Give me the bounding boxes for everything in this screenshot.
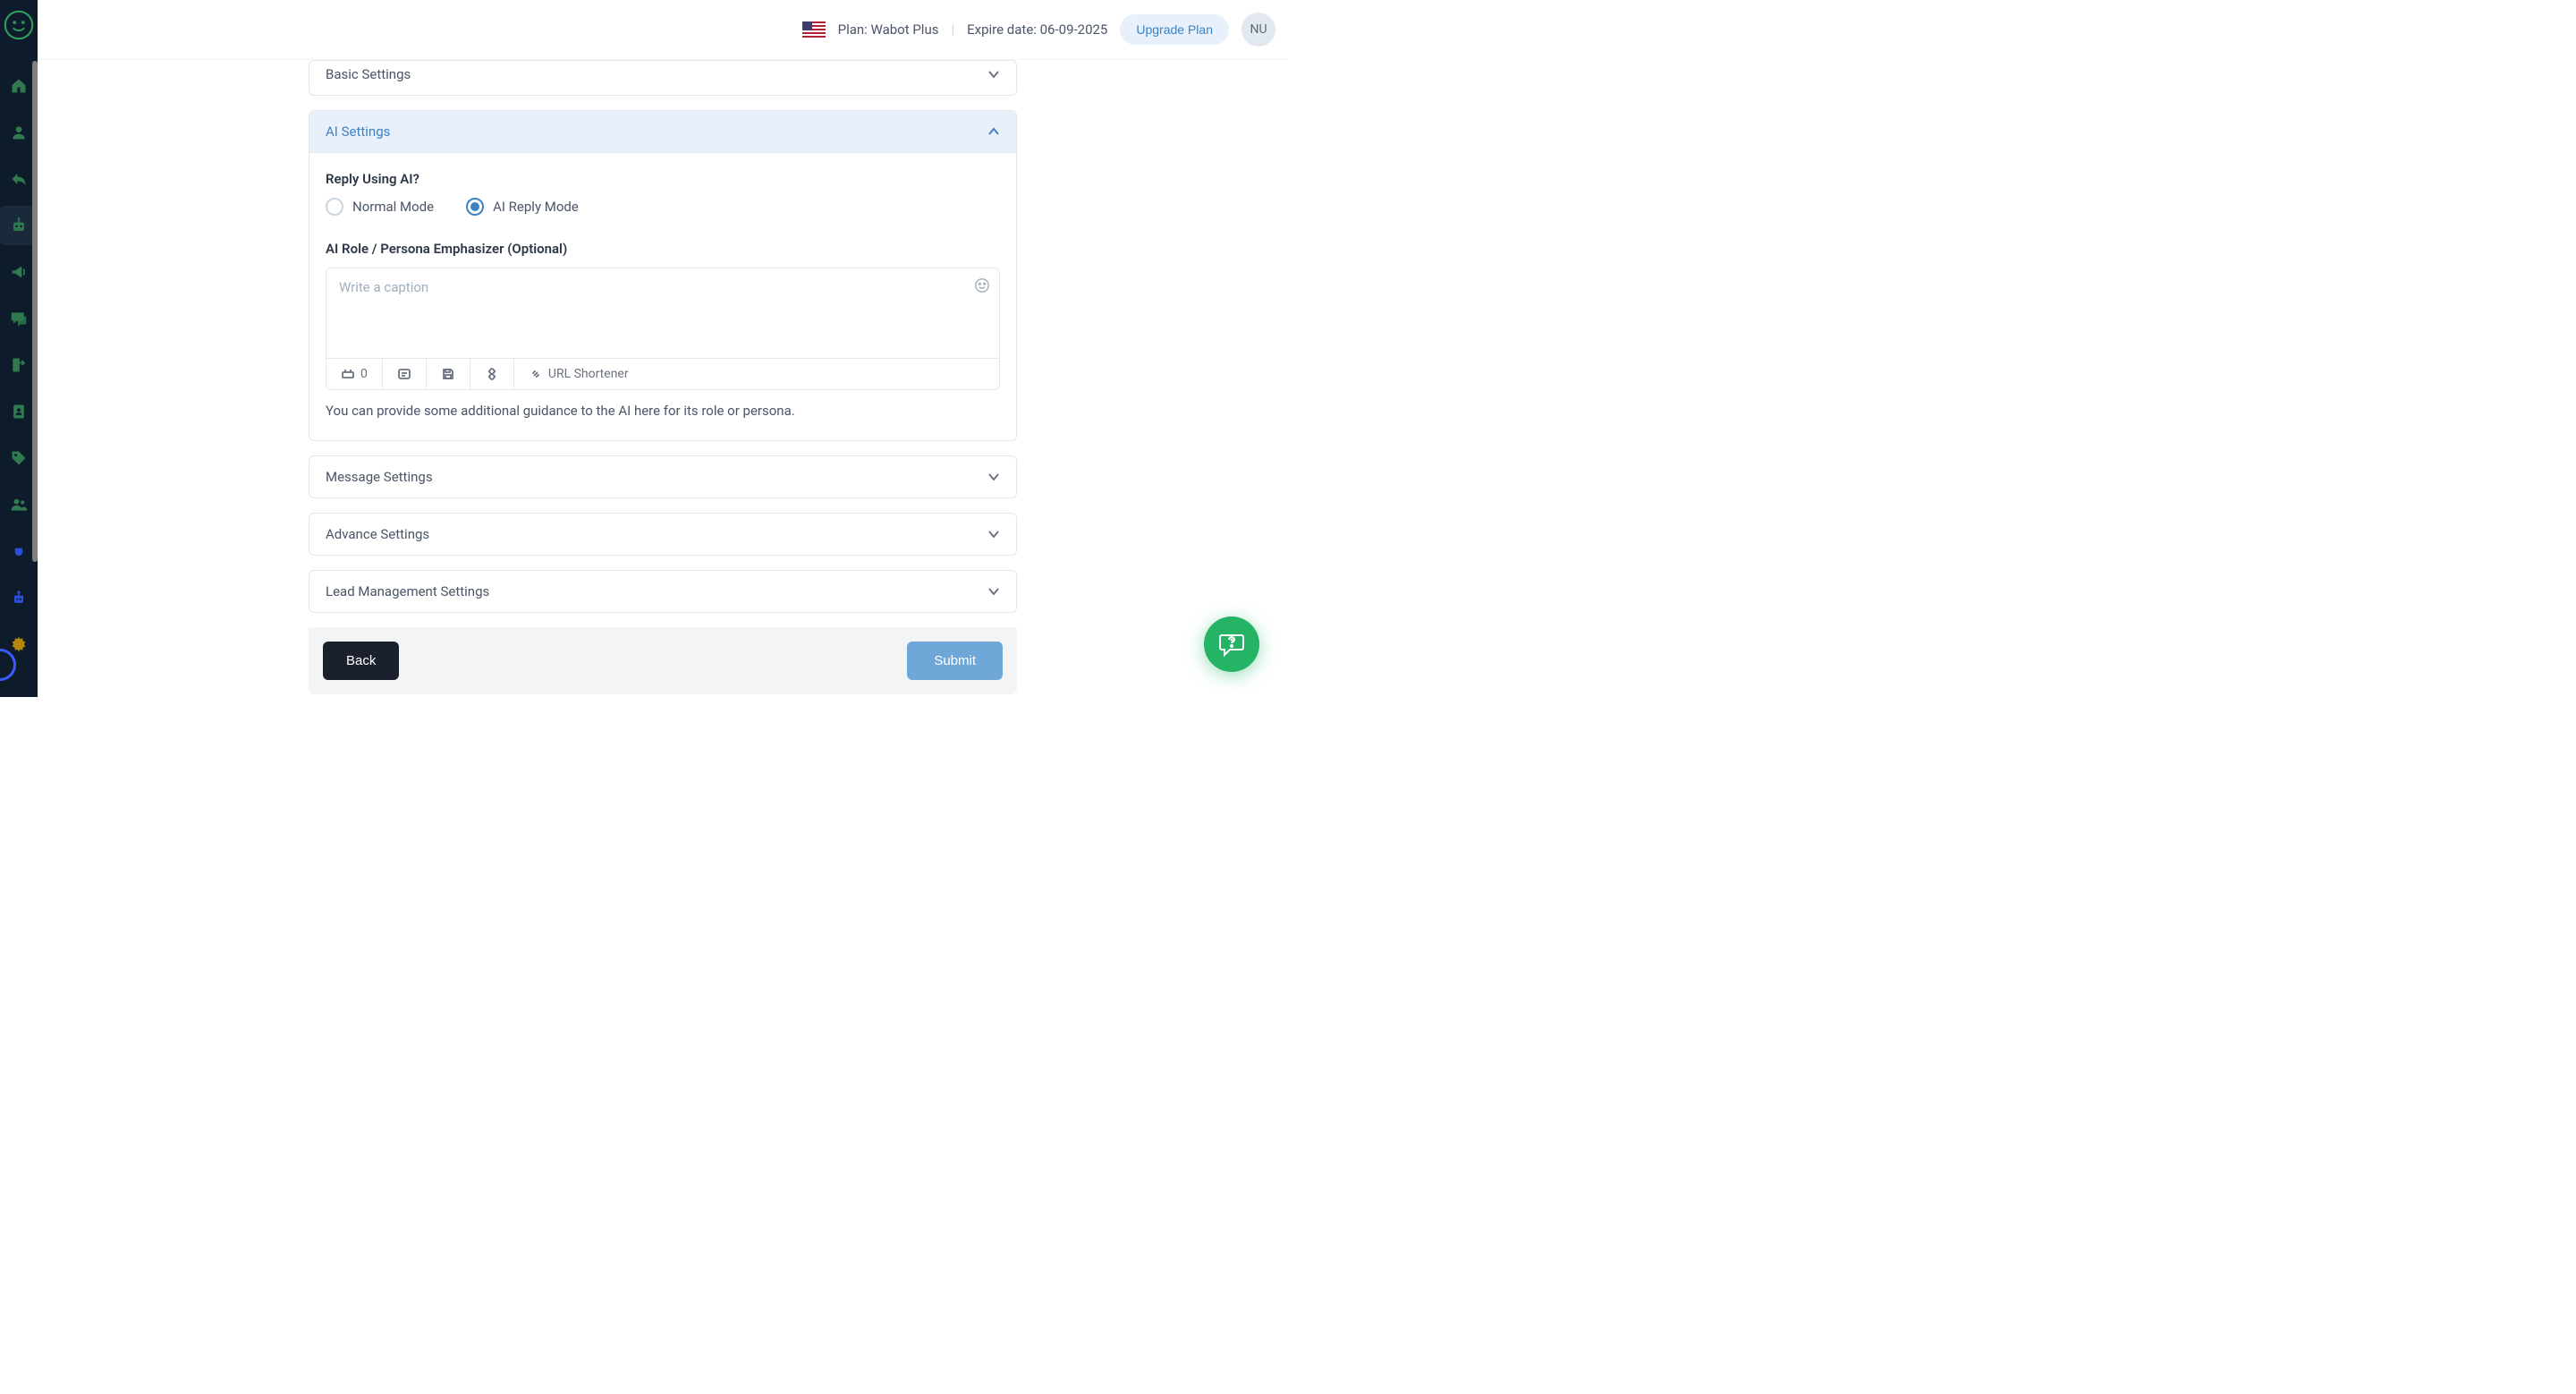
save-template-button[interactable] (427, 359, 470, 389)
lead-settings-title: Lead Management Settings (326, 583, 489, 599)
basic-settings-header[interactable]: Basic Settings (309, 61, 1016, 95)
radio-icon (466, 198, 484, 216)
advance-settings-header[interactable]: Advance Settings (309, 514, 1016, 555)
flag-icon[interactable] (802, 21, 826, 38)
basic-settings-title: Basic Settings (326, 66, 411, 82)
url-shortener-button[interactable]: URL Shortener (514, 359, 643, 389)
persona-label: AI Role / Persona Emphasizer (Optional) (326, 241, 1000, 257)
chevron-up-icon (987, 125, 1000, 138)
lead-settings-panel: Lead Management Settings (309, 570, 1017, 613)
url-shortener-label: URL Shortener (548, 367, 629, 381)
persona-textarea[interactable]: Write a caption (326, 268, 999, 358)
avatar[interactable]: NU (1241, 13, 1275, 47)
chevron-down-icon (987, 68, 1000, 81)
main-scroll-area[interactable]: Basic Settings AI Settings Reply Using A… (38, 60, 1288, 697)
app-logo[interactable] (1, 7, 37, 43)
upgrade-plan-button[interactable]: Upgrade Plan (1120, 14, 1229, 45)
variable-count-button[interactable]: 0 (326, 359, 383, 389)
basic-settings-panel: Basic Settings (309, 60, 1017, 96)
ai-reply-mode-label: AI Reply Mode (493, 199, 579, 215)
expire-label: Expire date: 06-09-2025 (967, 21, 1107, 38)
ai-reply-mode-radio[interactable]: AI Reply Mode (466, 198, 579, 216)
advance-settings-title: Advance Settings (326, 526, 429, 542)
form-footer: Back Submit (309, 627, 1017, 694)
reply-mode-radio-group: Normal Mode AI Reply Mode (326, 198, 1000, 216)
normal-mode-label: Normal Mode (352, 199, 434, 215)
lead-settings-header[interactable]: Lead Management Settings (309, 571, 1016, 612)
persona-placeholder: Write a caption (339, 279, 428, 295)
sidebar-item-ai-robot[interactable] (0, 574, 38, 621)
normal-mode-radio[interactable]: Normal Mode (326, 198, 434, 216)
emoji-picker-button[interactable] (974, 277, 990, 293)
editor-toolbar: 0 URL Shortener (326, 358, 999, 389)
top-header: Plan: Wabot Plus | Expire date: 06-09-20… (38, 0, 1288, 60)
chevron-down-icon (987, 528, 1000, 540)
help-chat-fab[interactable] (1204, 616, 1259, 672)
radio-icon (326, 198, 343, 216)
chevron-down-icon (987, 471, 1000, 483)
message-settings-title: Message Settings (326, 469, 433, 485)
header-divider: | (951, 21, 954, 38)
message-settings-panel: Message Settings (309, 455, 1017, 498)
variable-count: 0 (360, 367, 368, 381)
submit-button[interactable]: Submit (907, 642, 1003, 680)
ai-settings-body: Reply Using AI? Normal Mode AI Reply Mod… (309, 152, 1016, 440)
persona-editor: Write a caption 0 (326, 268, 1000, 390)
message-settings-header[interactable]: Message Settings (309, 456, 1016, 497)
sidebar-scrollbar[interactable] (32, 61, 38, 562)
ai-settings-panel: AI Settings Reply Using AI? Normal Mode … (309, 110, 1017, 441)
back-button[interactable]: Back (323, 642, 399, 680)
reply-using-ai-label: Reply Using AI? (326, 171, 1000, 187)
ai-settings-header[interactable]: AI Settings (309, 111, 1016, 152)
template-button[interactable] (383, 359, 427, 389)
ai-settings-title: AI Settings (326, 123, 390, 140)
sidebar (0, 0, 38, 697)
ai-generate-button[interactable] (470, 359, 514, 389)
settings-form: Basic Settings AI Settings Reply Using A… (309, 60, 1017, 694)
plan-label: Plan: Wabot Plus (838, 21, 939, 38)
advance-settings-panel: Advance Settings (309, 513, 1017, 556)
chevron-down-icon (987, 585, 1000, 598)
persona-help-text: You can provide some additional guidance… (326, 403, 1000, 419)
